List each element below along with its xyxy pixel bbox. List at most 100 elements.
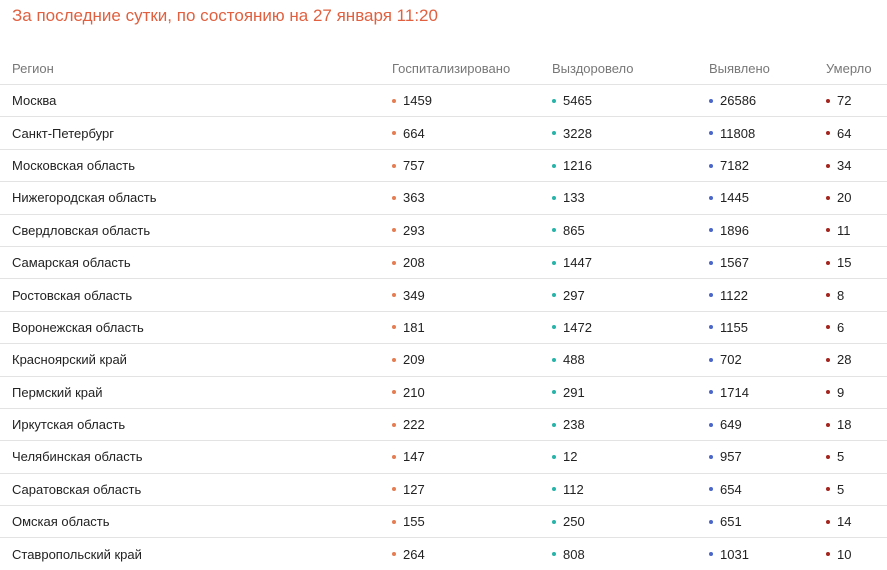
recovered-dot-icon [552, 325, 556, 330]
died-cell: 10 [826, 538, 887, 570]
recovered-value: 1216 [563, 157, 592, 173]
region-name: Красноярский край [0, 343, 392, 377]
recovered-cell: 112 [552, 473, 709, 507]
page-title: За последние сутки, по состоянию на 27 я… [12, 6, 438, 25]
detected-value: 649 [720, 417, 742, 433]
died-cell: 72 [826, 84, 887, 118]
recovered-dot-icon [552, 293, 556, 298]
detected-cell: 1155 [709, 311, 826, 345]
detected-cell: 1445 [709, 181, 826, 215]
recovered-cell: 12 [552, 440, 709, 474]
died-cell: 20 [826, 181, 887, 215]
recovered-dot-icon [552, 422, 556, 427]
detected-cell: 1031 [709, 538, 826, 570]
recovered-cell: 238 [552, 408, 709, 442]
detected-cell: 1714 [709, 376, 826, 409]
detected-dot-icon [709, 552, 713, 557]
recovered-dot-icon [552, 552, 556, 557]
detected-dot-icon [709, 163, 713, 168]
hospitalized-dot-icon [392, 390, 396, 395]
died-value: 6 [837, 319, 845, 335]
table-row: Ростовская область 349 297 1122 8 [0, 278, 887, 312]
died-cell: 15 [826, 246, 887, 280]
recovered-value: 238 [563, 417, 585, 433]
detected-cell: 654 [709, 473, 826, 507]
detected-dot-icon [709, 260, 713, 265]
recovered-cell: 865 [552, 214, 709, 247]
hospitalized-dot-icon [392, 325, 396, 330]
hospitalized-dot-icon [392, 163, 396, 168]
died-dot-icon [826, 455, 830, 460]
detected-dot-icon [709, 422, 713, 427]
hospitalized-cell: 181 [392, 311, 552, 345]
hospitalized-value: 264 [403, 546, 425, 562]
hospitalized-dot-icon [392, 357, 396, 362]
hospitalized-cell: 757 [392, 149, 552, 183]
recovered-value: 291 [563, 384, 585, 400]
died-value: 10 [837, 546, 852, 562]
detected-cell: 7182 [709, 149, 826, 183]
hospitalized-cell: 208 [392, 246, 552, 280]
table-row: Самарская область 208 1447 1567 15 [0, 246, 887, 280]
died-value: 20 [837, 190, 852, 206]
detected-value: 1714 [720, 384, 749, 400]
column-header-recovered[interactable]: Выздоровело [552, 52, 709, 85]
detected-dot-icon [709, 487, 713, 492]
hospitalized-dot-icon [392, 487, 396, 492]
recovered-dot-icon [552, 260, 556, 265]
region-name: Челябинская область [0, 440, 392, 474]
hospitalized-cell: 363 [392, 181, 552, 215]
region-name: Иркутская область [0, 408, 392, 442]
died-value: 34 [837, 157, 852, 173]
region-name: Воронежская область [0, 311, 392, 345]
recovered-value: 297 [563, 287, 585, 303]
died-dot-icon [826, 487, 830, 492]
recovered-value: 5465 [563, 93, 592, 109]
detected-cell: 1896 [709, 214, 826, 247]
died-dot-icon [826, 228, 830, 233]
hospitalized-dot-icon [392, 131, 396, 136]
table-row: Красноярский край 209 488 702 28 [0, 343, 887, 377]
detected-cell: 1567 [709, 246, 826, 280]
died-cell: 11 [826, 214, 887, 247]
recovered-value: 250 [563, 514, 585, 530]
detected-value: 1122 [720, 287, 748, 303]
detected-value: 654 [720, 481, 742, 497]
recovered-value: 808 [563, 546, 585, 562]
detected-value: 1896 [720, 222, 749, 238]
recovered-dot-icon [552, 163, 556, 168]
died-dot-icon [826, 325, 830, 330]
column-header-region[interactable]: Регион [0, 52, 392, 85]
region-name: Свердловская область [0, 214, 392, 247]
recovered-cell: 3228 [552, 116, 709, 150]
recovered-dot-icon [552, 131, 556, 136]
table-row: Воронежская область 181 1472 1155 6 [0, 311, 887, 345]
recovered-cell: 250 [552, 505, 709, 539]
detected-dot-icon [709, 390, 713, 395]
recovered-dot-icon [552, 519, 556, 524]
detected-value: 1445 [720, 190, 749, 206]
column-header-died[interactable]: Умерло [826, 52, 887, 85]
recovered-cell: 291 [552, 376, 709, 409]
hospitalized-value: 349 [403, 287, 425, 303]
detected-cell: 651 [709, 505, 826, 539]
died-dot-icon [826, 357, 830, 362]
hospitalized-cell: 210 [392, 376, 552, 409]
hospitalized-value: 664 [403, 125, 425, 141]
hospitalized-cell: 664 [392, 116, 552, 150]
column-header-hospitalized[interactable]: Госпитализировано [392, 52, 552, 85]
died-cell: 5 [826, 473, 887, 507]
hospitalized-value: 222 [403, 417, 425, 433]
region-name: Самарская область [0, 246, 392, 280]
column-header-detected[interactable]: Выявлено [709, 52, 826, 85]
table-row: Свердловская область 293 865 1896 11 [0, 214, 887, 247]
recovered-cell: 808 [552, 538, 709, 570]
detected-cell: 26586 [709, 84, 826, 118]
hospitalized-cell: 127 [392, 473, 552, 507]
hospitalized-value: 208 [403, 255, 425, 271]
died-dot-icon [826, 260, 830, 265]
recovered-cell: 488 [552, 343, 709, 377]
detected-cell: 11808 [709, 116, 826, 150]
detected-value: 7182 [720, 157, 749, 173]
hospitalized-dot-icon [392, 519, 396, 524]
